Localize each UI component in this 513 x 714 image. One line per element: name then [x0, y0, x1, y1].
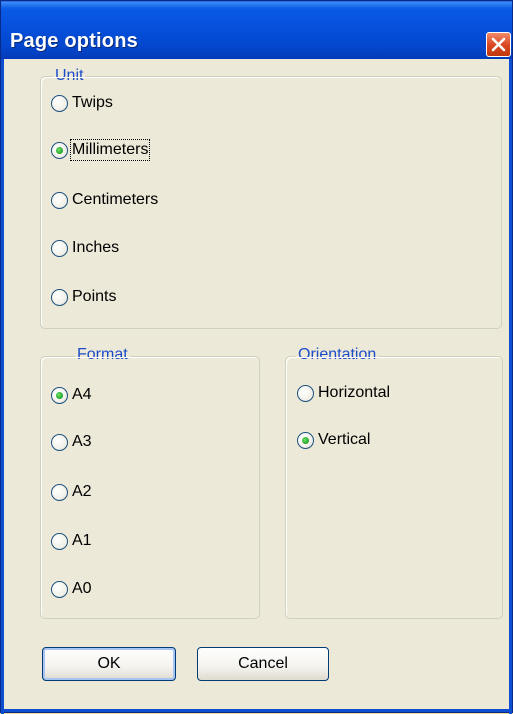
radio-label: A0	[72, 580, 92, 597]
window-frame-bottom	[1, 709, 512, 712]
close-button[interactable]	[486, 32, 511, 57]
format-legend: Format	[75, 346, 130, 364]
title-bar[interactable]: Page options	[1, 1, 512, 59]
radio-label: Vertical	[318, 431, 371, 448]
radio-label: Points	[72, 288, 117, 305]
radio-format-a1[interactable]: A1	[51, 529, 93, 553]
radio-button[interactable]	[51, 483, 68, 501]
radio-label: Twips	[72, 94, 113, 111]
radio-unit-points[interactable]: Points	[51, 285, 117, 309]
radio-unit-inches[interactable]: Inches	[51, 236, 120, 260]
dialog-title: Page options	[10, 30, 138, 52]
radio-button[interactable]	[51, 239, 68, 257]
radio-label: A2	[72, 483, 92, 500]
radio-button[interactable]	[51, 386, 68, 404]
radio-orientation-vertical[interactable]: Vertical	[297, 428, 371, 452]
radio-button[interactable]	[51, 433, 68, 451]
radio-button[interactable]	[51, 288, 68, 306]
orientation-legend: Orientation	[296, 346, 379, 364]
radio-label: A1	[72, 532, 92, 549]
radio-button[interactable]	[297, 384, 314, 402]
radio-label: Inches	[72, 239, 120, 256]
radio-button[interactable]	[51, 141, 68, 159]
radio-label: A3	[72, 433, 92, 450]
ok-button[interactable]: OK	[42, 647, 176, 681]
page-options-dialog: Page options Unit Twips Millimeters Cent…	[0, 0, 513, 714]
radio-format-a2[interactable]: A2	[51, 480, 93, 504]
radio-unit-centimeters[interactable]: Centimeters	[51, 188, 159, 212]
window-frame-left	[1, 59, 4, 714]
unit-legend: Unit	[53, 67, 86, 85]
radio-label: A4	[72, 386, 92, 403]
radio-button[interactable]	[51, 532, 68, 550]
radio-unit-millimeters[interactable]: Millimeters	[51, 138, 151, 162]
radio-button[interactable]	[297, 431, 314, 449]
radio-label: Horizontal	[318, 384, 391, 401]
window-frame-right	[509, 59, 512, 714]
close-icon	[491, 37, 506, 52]
radio-format-a3[interactable]: A3	[51, 430, 93, 454]
radio-orientation-horizontal[interactable]: Horizontal	[297, 381, 391, 405]
radio-label: Millimeters	[69, 139, 151, 161]
radio-button[interactable]	[51, 191, 68, 209]
radio-button[interactable]	[51, 94, 68, 112]
radio-format-a4[interactable]: A4	[51, 383, 93, 407]
radio-label: Centimeters	[72, 191, 159, 208]
cancel-button[interactable]: Cancel	[197, 647, 329, 681]
radio-format-a0[interactable]: A0	[51, 577, 93, 601]
radio-unit-twips[interactable]: Twips	[51, 91, 114, 115]
radio-button[interactable]	[51, 580, 68, 598]
